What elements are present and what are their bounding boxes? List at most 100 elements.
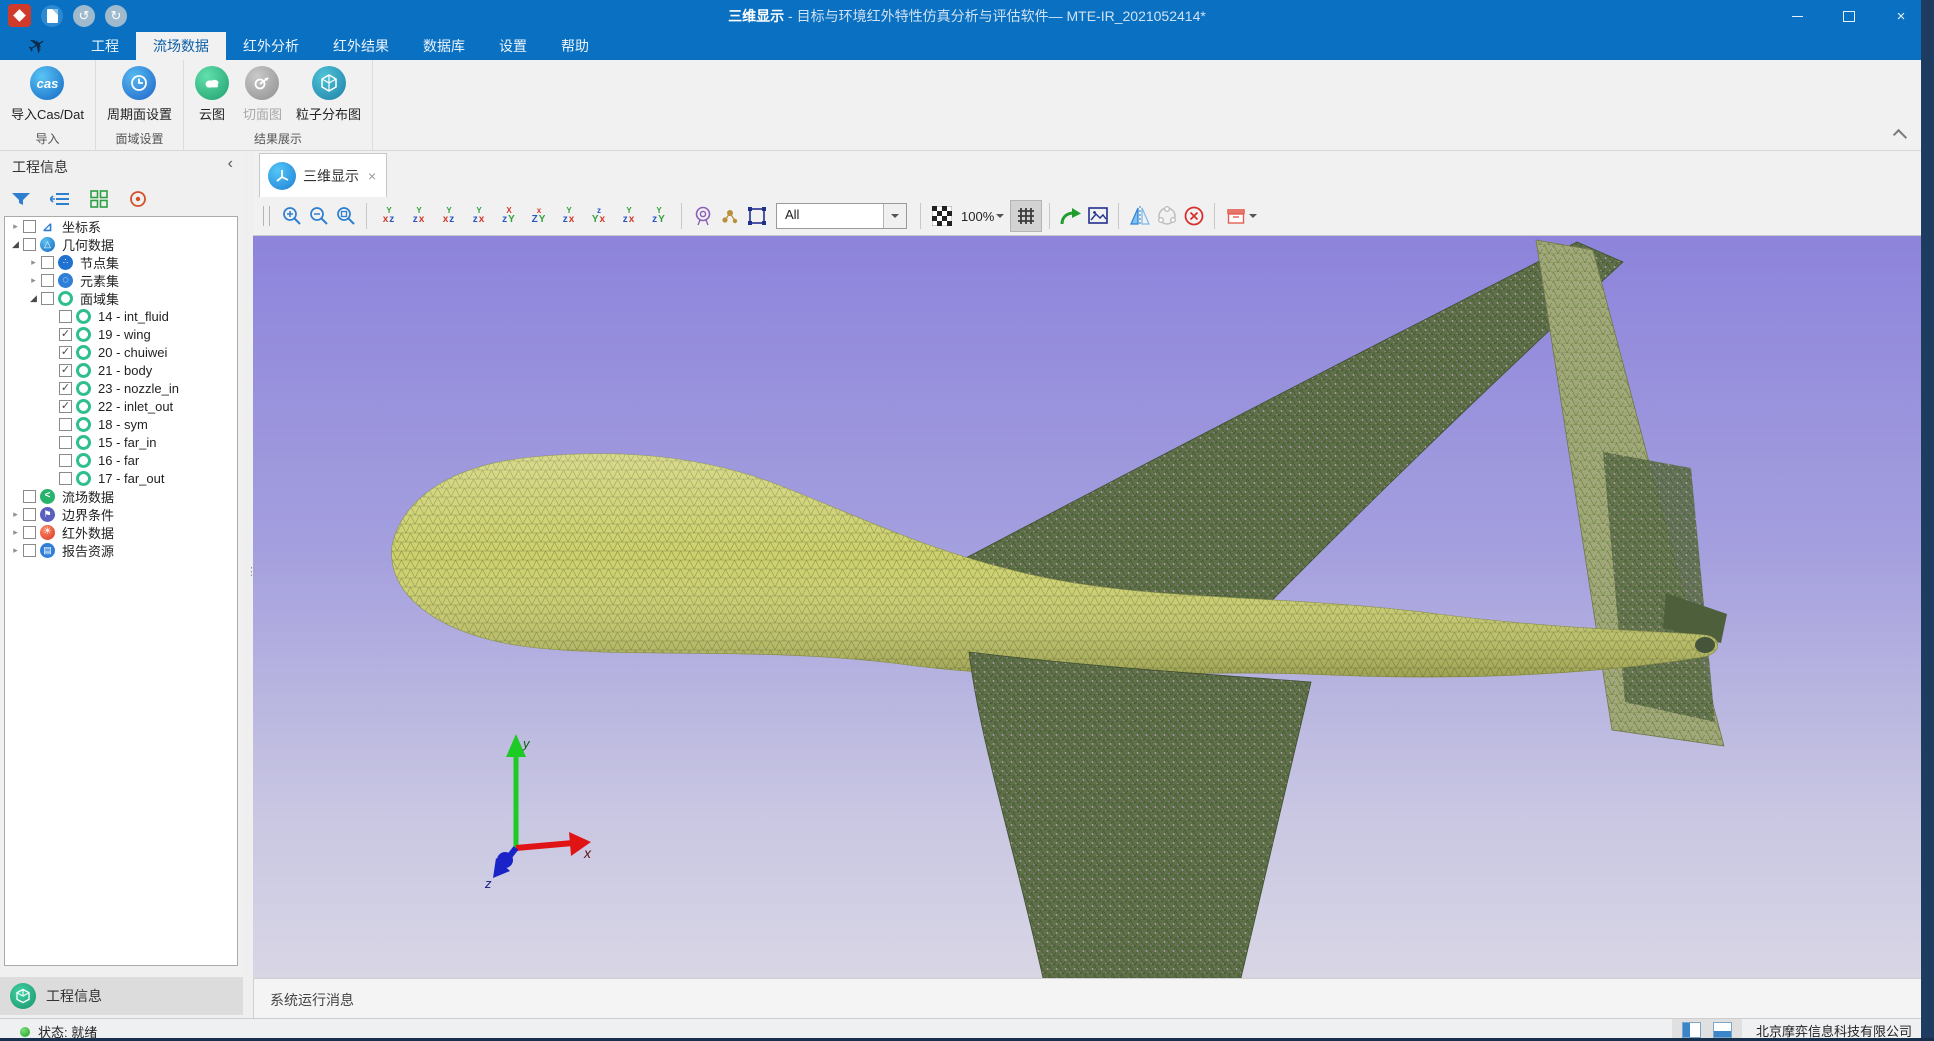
filter-icon[interactable]: [10, 188, 32, 210]
share-cloud-icon[interactable]: [1153, 202, 1180, 230]
tree-item[interactable]: 16 - far: [5, 451, 237, 469]
tree-item[interactable]: 18 - sym: [5, 415, 237, 433]
zoom-out-icon[interactable]: [305, 202, 332, 230]
tree-item[interactable]: ◢面域集: [5, 289, 237, 307]
view-orientation-icon-2[interactable]: Yzx: [404, 202, 434, 230]
mirror-icon[interactable]: [1126, 202, 1153, 230]
opacity-dropdown-icon[interactable]: [996, 214, 1004, 222]
tree-checkbox[interactable]: [23, 508, 36, 521]
view-orientation-icon-10[interactable]: YzY: [644, 202, 674, 230]
zoom-in-icon[interactable]: [278, 202, 305, 230]
tree-checkbox[interactable]: [41, 292, 54, 305]
tree-checkbox[interactable]: [59, 436, 72, 449]
tree-item[interactable]: ✓22 - inlet_out: [5, 397, 237, 415]
menu-engineering[interactable]: 工程: [74, 32, 136, 60]
tab-3d-display[interactable]: 三维显示 ×: [259, 153, 387, 197]
particle-distribution-button[interactable]: 粒子分布图: [289, 63, 368, 126]
view-orientation-icon-5[interactable]: XzY: [494, 202, 524, 230]
archive-box-icon[interactable]: [1222, 202, 1249, 230]
tree-expand-icon[interactable]: ▸: [27, 275, 40, 286]
list-view-icon[interactable]: [49, 188, 71, 210]
tree-checkbox[interactable]: [23, 544, 36, 557]
system-message-panel[interactable]: 系统运行消息: [253, 978, 1921, 1019]
opacity-value[interactable]: 100%: [961, 209, 994, 224]
tree-item[interactable]: ◢△几何数据: [5, 235, 237, 253]
layout-left-panel-icon[interactable]: [1682, 1022, 1701, 1038]
zoom-fit-icon[interactable]: [332, 202, 359, 230]
tree-checkbox[interactable]: [59, 454, 72, 467]
tree-item[interactable]: 17 - far_out: [5, 469, 237, 487]
combobox-arrow-icon[interactable]: [883, 204, 906, 228]
tree-item[interactable]: ▸▤报告资源: [5, 541, 237, 559]
menu-help[interactable]: 帮助: [544, 32, 606, 60]
contour-map-button[interactable]: 云图: [188, 63, 236, 126]
tree-checkbox[interactable]: ✓: [59, 382, 72, 395]
view-orientation-icon-4[interactable]: Yzx: [464, 202, 494, 230]
tree-item[interactable]: ▸⚑边界条件: [5, 505, 237, 523]
menu-settings[interactable]: 设置: [482, 32, 544, 60]
tree-checkbox[interactable]: [23, 238, 36, 251]
sidebar-bottom-bar[interactable]: 工程信息: [0, 977, 243, 1015]
view-orientation-icon-3[interactable]: Yxz: [434, 202, 464, 230]
layout-bottom-panel-icon[interactable]: [1713, 1022, 1732, 1038]
export-arrow-icon[interactable]: [1057, 202, 1084, 230]
locate-target-icon[interactable]: [127, 188, 149, 210]
slice-map-button[interactable]: 切面图: [236, 63, 289, 126]
tree-expand-icon[interactable]: ▸: [9, 545, 22, 556]
minimize-button[interactable]: [1784, 5, 1810, 27]
tree-checkbox[interactable]: ✓: [59, 328, 72, 341]
view-orientation-icon-1[interactable]: Yxz: [374, 202, 404, 230]
tree-checkbox[interactable]: [59, 310, 72, 323]
grid-view-icon[interactable]: [88, 188, 110, 210]
menu-infrared-analysis[interactable]: 红外分析: [226, 32, 316, 60]
view-orientation-icon-6[interactable]: xZY: [524, 202, 554, 230]
tree-checkbox[interactable]: ✓: [59, 400, 72, 413]
tree-item[interactable]: ✓19 - wing: [5, 325, 237, 343]
close-button[interactable]: ×: [1888, 5, 1914, 27]
view-orientation-icon-7[interactable]: Yzx: [554, 202, 584, 230]
menu-flowfield-data[interactable]: 流场数据: [136, 32, 226, 60]
sidebar-collapse-button[interactable]: ‹: [228, 155, 233, 173]
tree-item[interactable]: ▸∴节点集: [5, 253, 237, 271]
select-region-icon[interactable]: [743, 202, 770, 230]
view-orientation-icon-8[interactable]: zYx: [584, 202, 614, 230]
tree-checkbox[interactable]: [59, 418, 72, 431]
screenshot-image-icon[interactable]: [1084, 202, 1111, 230]
tree-expand-icon[interactable]: ▸: [27, 257, 40, 268]
camera-beacon-icon[interactable]: [689, 202, 716, 230]
tree-item[interactable]: 15 - far_in: [5, 433, 237, 451]
tree-checkbox[interactable]: [41, 256, 54, 269]
tree-item[interactable]: ▸☀红外数据: [5, 523, 237, 541]
tree-item[interactable]: ✓21 - body: [5, 361, 237, 379]
tree-expand-icon[interactable]: ▸: [9, 221, 22, 232]
tree-checkbox[interactable]: [23, 526, 36, 539]
menu-database[interactable]: 数据库: [406, 32, 482, 60]
import-cas-dat-button[interactable]: cas 导入Cas/Dat: [4, 63, 91, 126]
tree-expand-icon[interactable]: ▸: [9, 509, 22, 520]
tree-expand-icon[interactable]: ▸: [9, 527, 22, 538]
tree-item[interactable]: 14 - int_fluid: [5, 307, 237, 325]
grid-toggle-button[interactable]: [1010, 200, 1042, 232]
display-filter-combobox[interactable]: All: [776, 203, 907, 229]
viewport-3d-canvas[interactable]: x y z: [253, 236, 1921, 978]
tree-item[interactable]: ▸⊿坐标系: [5, 217, 237, 235]
tree-checkbox[interactable]: [23, 490, 36, 503]
periodic-surface-button[interactable]: 周期面设置: [100, 63, 179, 126]
tree-expand-icon[interactable]: ◢: [27, 293, 40, 304]
view-orientation-icon-9[interactable]: Yzx: [614, 202, 644, 230]
molecule-icon[interactable]: [716, 202, 743, 230]
tree-checkbox[interactable]: [59, 472, 72, 485]
tree-item[interactable]: ✓20 - chuiwei: [5, 343, 237, 361]
toolbar-drag-handle[interactable]: [263, 206, 270, 226]
menu-infrared-results[interactable]: 红外结果: [316, 32, 406, 60]
tab-close-icon[interactable]: ×: [368, 168, 376, 184]
opacity-checker-icon[interactable]: [928, 202, 955, 230]
maximize-button[interactable]: [1836, 5, 1862, 27]
panel-splitter[interactable]: ⋮: [243, 150, 253, 1018]
tree-item[interactable]: ▸◌元素集: [5, 271, 237, 289]
archive-dropdown-icon[interactable]: [1249, 214, 1257, 222]
tree-checkbox[interactable]: ✓: [59, 346, 72, 359]
delete-circle-icon[interactable]: [1180, 202, 1207, 230]
tree-checkbox[interactable]: [41, 274, 54, 287]
tree-expand-icon[interactable]: ◢: [9, 239, 22, 250]
